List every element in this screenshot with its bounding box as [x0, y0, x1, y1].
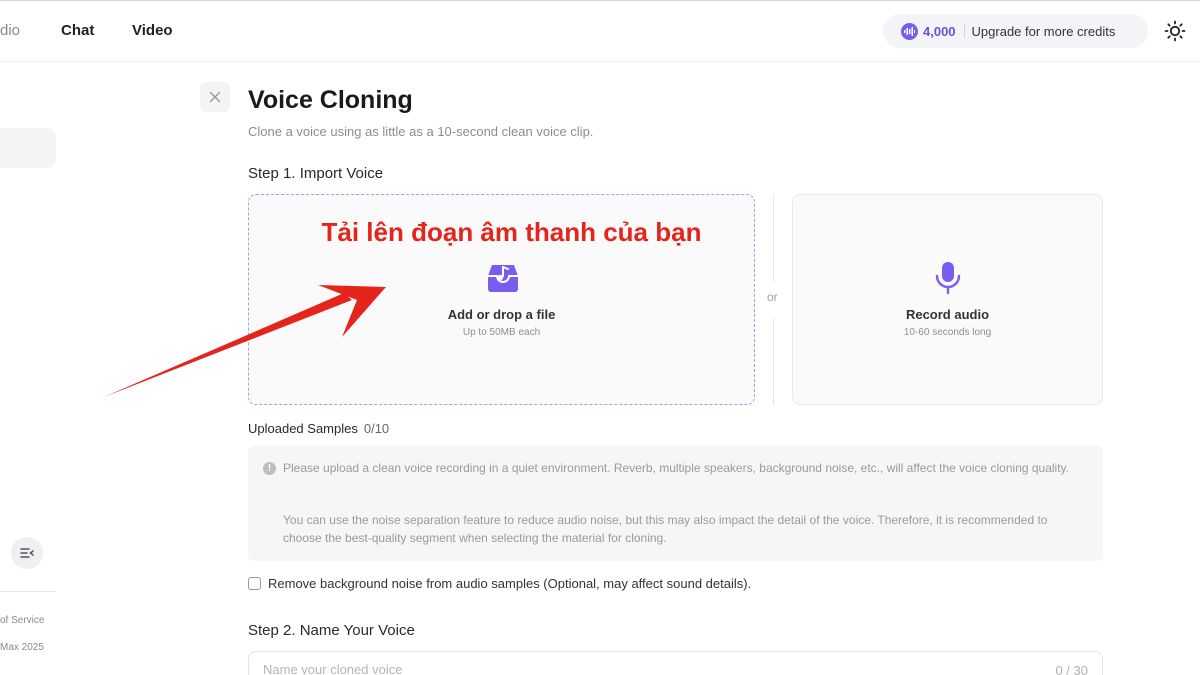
- samples-count: 0/10: [363, 421, 390, 436]
- upload-notice: ! Please upload a clean voice recording …: [248, 446, 1103, 561]
- copyright-text: Max 2025: [0, 642, 44, 653]
- upgrade-link[interactable]: Upgrade for more credits: [972, 24, 1116, 39]
- file-upload-dropzone[interactable]: Tải lên đoạn âm thanh của bạn Add or dro…: [248, 194, 755, 405]
- nav-chat[interactable]: Chat: [61, 22, 94, 39]
- uploaded-samples-header: Uploaded Samples 0/10: [248, 421, 389, 436]
- or-separator: or: [767, 290, 778, 304]
- page-subtitle: Clone a voice using as little as a 10-se…: [248, 124, 594, 139]
- noise-removal-label: Remove background noise from audio sampl…: [268, 576, 752, 591]
- noise-removal-checkbox[interactable]: [248, 577, 261, 590]
- voice-name-input[interactable]: [263, 662, 963, 675]
- credits-divider: [963, 24, 965, 38]
- notice-paragraph: Please upload a clean voice recording in…: [283, 461, 1069, 475]
- terms-link[interactable]: of Service: [0, 615, 44, 626]
- divider-line: [773, 194, 774, 282]
- samples-label: Uploaded Samples: [248, 421, 358, 436]
- upload-label: Add or drop a file: [447, 307, 556, 322]
- credits-pill[interactable]: 4,000 Upgrade for more credits: [883, 14, 1148, 48]
- sun-icon[interactable]: [1163, 19, 1187, 43]
- sidebar-divider: [0, 591, 56, 592]
- audio-wave-icon: [901, 22, 918, 40]
- voice-name-field[interactable]: 0 / 30: [248, 651, 1103, 675]
- step2-title: Step 2. Name Your Voice: [248, 622, 415, 639]
- close-icon[interactable]: [200, 82, 230, 112]
- upload-hint: Up to 50MB each: [462, 327, 541, 338]
- character-counter: 0 / 30: [1055, 663, 1088, 675]
- notice-paragraph: You can use the noise separation feature…: [283, 513, 1048, 545]
- top-bar: dio Chat Video 4,000 Upgrade for more cr…: [0, 0, 1200, 62]
- record-audio-button[interactable]: Record audio 10-60 seconds long: [792, 194, 1103, 405]
- record-label: Record audio: [905, 307, 990, 322]
- page-title: Voice Cloning: [248, 86, 413, 114]
- info-icon: !: [263, 462, 276, 475]
- collapse-sidebar-icon[interactable]: [11, 537, 43, 569]
- microphone-icon: [933, 261, 963, 295]
- credits-count: 4,000: [923, 23, 956, 39]
- record-hint: 10-60 seconds long: [903, 327, 992, 338]
- file-upload-icon: [486, 262, 520, 294]
- nav-audio[interactable]: dio: [0, 22, 20, 39]
- upload-annotation-text: Tải lên đoạn âm thanh của bạn: [321, 217, 702, 247]
- divider-line: [773, 318, 774, 405]
- noise-removal-option[interactable]: Remove background noise from audio sampl…: [248, 576, 751, 591]
- nav-video[interactable]: Video: [132, 22, 173, 39]
- sidebar-item-active[interactable]: [0, 128, 56, 168]
- step1-title: Step 1. Import Voice: [248, 165, 384, 182]
